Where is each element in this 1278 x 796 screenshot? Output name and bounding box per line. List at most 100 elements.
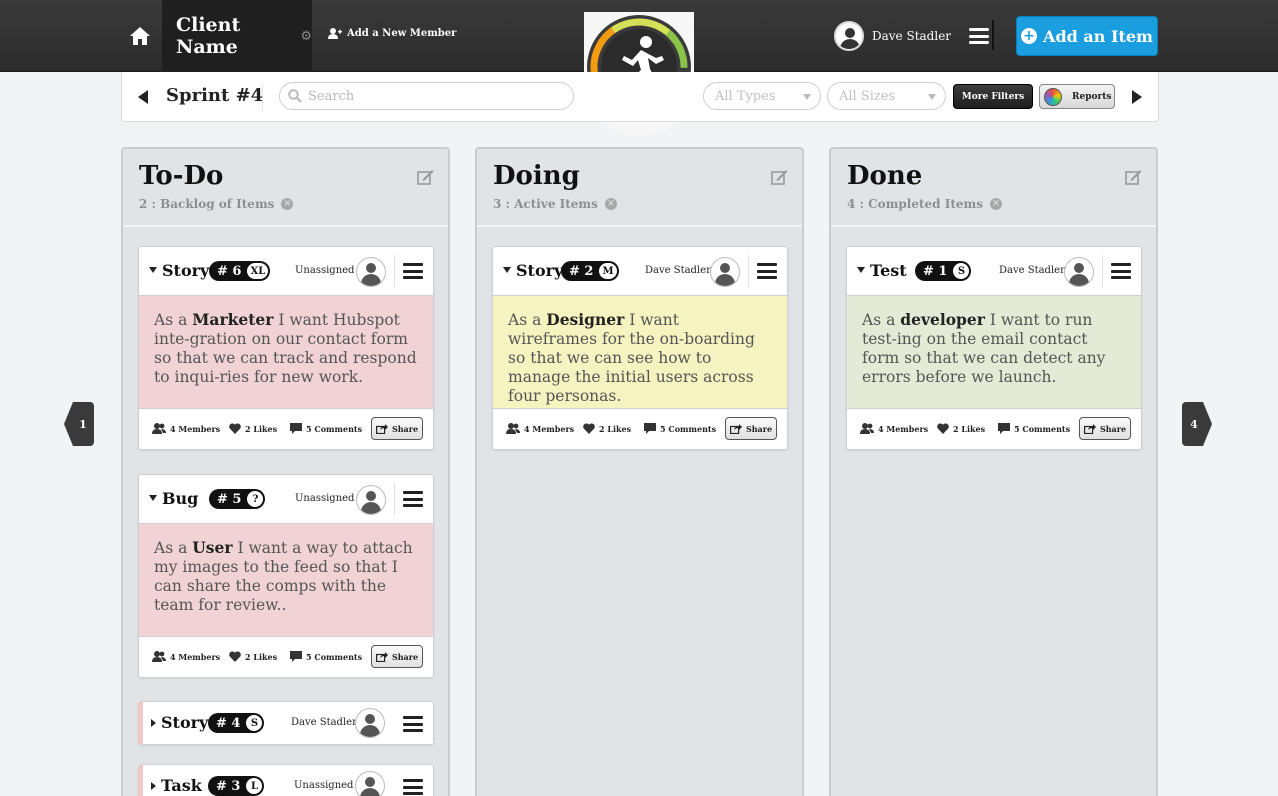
share-button[interactable]: Share xyxy=(371,645,423,668)
column-subtitle: 4 : Completed Items ✕ xyxy=(847,197,1002,211)
story-card[interactable]: Story # 2M Dave Stadler As a Designer I … xyxy=(492,246,788,450)
story-card-collapsed[interactable]: Story # 4S Dave Stadler xyxy=(138,701,434,745)
add-item-label: Add an Item xyxy=(1043,26,1153,46)
prev-sprint-icon[interactable] xyxy=(138,90,148,104)
card-role: User xyxy=(192,538,233,557)
collapse-toggle-icon[interactable] xyxy=(503,267,511,273)
search-input[interactable] xyxy=(308,88,548,104)
members-count[interactable]: 4 Members xyxy=(152,423,220,434)
avatar[interactable] xyxy=(1064,257,1094,287)
card-role: developer xyxy=(900,310,985,329)
close-icon[interactable]: ✕ xyxy=(604,198,617,210)
card-type: Task xyxy=(161,776,202,795)
menu-icon[interactable] xyxy=(969,28,990,44)
card-type: Story xyxy=(161,713,209,732)
share-icon xyxy=(729,423,742,434)
reports-button[interactable]: Reports xyxy=(1039,84,1115,109)
add-user-icon xyxy=(328,28,342,39)
size-badge: S xyxy=(953,263,970,279)
collapse-toggle-icon[interactable] xyxy=(149,267,157,273)
user-menu[interactable]: Dave Stadler xyxy=(834,20,990,52)
share-button[interactable]: Share xyxy=(1079,417,1131,440)
likes-count[interactable]: 2 Likes xyxy=(583,423,631,434)
collapse-toggle-icon[interactable] xyxy=(857,267,865,273)
add-member-label: Add a New Member xyxy=(347,28,457,39)
search-box[interactable] xyxy=(279,82,574,110)
avatar[interactable] xyxy=(710,257,740,287)
next-sprint-icon[interactable] xyxy=(1132,90,1142,104)
add-member-button[interactable]: Add a New Member xyxy=(328,28,456,39)
card-menu-icon[interactable] xyxy=(403,779,423,795)
types-select[interactable]: All Types xyxy=(703,82,821,110)
card-id-badge: # 1S xyxy=(915,261,972,281)
card-menu-icon[interactable] xyxy=(1111,263,1131,279)
expand-toggle-icon[interactable] xyxy=(151,782,156,790)
users-icon xyxy=(152,423,166,434)
card-id-badge: # 5? xyxy=(209,489,266,509)
heart-icon xyxy=(229,651,241,662)
task-card-collapsed[interactable]: Task # 3L Unassigned xyxy=(138,764,434,796)
sizes-select[interactable]: All Sizes xyxy=(827,82,946,110)
edit-icon[interactable] xyxy=(417,169,434,185)
edit-icon[interactable] xyxy=(771,169,788,185)
share-icon xyxy=(1083,423,1096,434)
card-role: Designer xyxy=(546,310,625,329)
size-badge: M xyxy=(599,263,617,279)
collapse-toggle-icon[interactable] xyxy=(149,495,157,501)
card-assignee: Unassigned xyxy=(295,265,355,276)
comments-count[interactable]: 5 Comments xyxy=(644,423,716,434)
gear-icon[interactable]: ⚙ xyxy=(300,29,312,44)
card-assignee: Dave Stadler xyxy=(999,265,1065,276)
next-column-button[interactable]: 4 xyxy=(1182,402,1212,446)
card-menu-icon[interactable] xyxy=(403,263,423,279)
avatar[interactable] xyxy=(355,708,385,738)
close-icon[interactable]: ✕ xyxy=(989,198,1002,210)
add-item-button[interactable]: + Add an Item xyxy=(1016,16,1158,56)
comments-count[interactable]: 5 Comments xyxy=(290,651,362,662)
chevron-down-icon xyxy=(803,94,811,100)
home-button[interactable] xyxy=(122,18,158,54)
card-menu-icon[interactable] xyxy=(403,716,423,732)
likes-count[interactable]: 2 Likes xyxy=(937,423,985,434)
client-switcher[interactable]: Client Name ⚙ xyxy=(162,0,312,72)
share-button[interactable]: Share xyxy=(725,417,777,440)
size-badge: ? xyxy=(247,491,264,507)
avatar[interactable] xyxy=(356,485,386,515)
user-name: Dave Stadler xyxy=(872,29,952,43)
sprint-title: Sprint #4 xyxy=(166,85,264,106)
card-menu-icon[interactable] xyxy=(403,491,423,507)
expand-toggle-icon[interactable] xyxy=(151,719,156,727)
prev-column-button[interactable]: 1 xyxy=(64,402,94,446)
story-card[interactable]: Story # 6 XL Unassigned As a Marketer I w… xyxy=(138,246,434,450)
column-todo: To-Do 2 : Backlog of Items ✕ Story # 6 XL… xyxy=(121,147,450,796)
comment-icon xyxy=(644,423,656,434)
more-filters-button[interactable]: More Filters xyxy=(953,84,1033,109)
column-count: 4 : Completed Items xyxy=(847,197,983,211)
column-title: Done xyxy=(847,161,923,191)
users-icon xyxy=(152,651,166,662)
users-icon xyxy=(860,423,874,434)
card-assignee: Unassigned xyxy=(294,780,354,791)
test-card[interactable]: Test # 1S Dave Stadler As a developer I … xyxy=(846,246,1142,450)
card-menu-icon[interactable] xyxy=(757,263,777,279)
users-icon xyxy=(506,423,520,434)
likes-count[interactable]: 2 Likes xyxy=(229,651,277,662)
heart-icon xyxy=(937,423,949,434)
bug-card[interactable]: Bug # 5? Unassigned As a User I want a w… xyxy=(138,474,434,678)
edit-icon[interactable] xyxy=(1125,169,1142,185)
members-count[interactable]: 4 Members xyxy=(506,423,574,434)
column-header: Doing 3 : Active Items ✕ xyxy=(477,149,802,227)
likes-count[interactable]: 2 Likes xyxy=(229,423,277,434)
comments-count[interactable]: 5 Comments xyxy=(290,423,362,434)
close-icon[interactable]: ✕ xyxy=(281,198,294,210)
members-count[interactable]: 4 Members xyxy=(152,651,220,662)
share-button[interactable]: Share xyxy=(371,417,423,440)
avatar[interactable] xyxy=(356,257,386,287)
comments-count[interactable]: 5 Comments xyxy=(998,423,1070,434)
column-header: To-Do 2 : Backlog of Items ✕ xyxy=(123,149,448,227)
chevron-down-icon xyxy=(928,94,936,100)
size-badge: XL xyxy=(247,263,269,279)
members-count[interactable]: 4 Members xyxy=(860,423,928,434)
avatar[interactable] xyxy=(355,771,385,796)
sizes-select-value: All Sizes xyxy=(839,88,896,104)
